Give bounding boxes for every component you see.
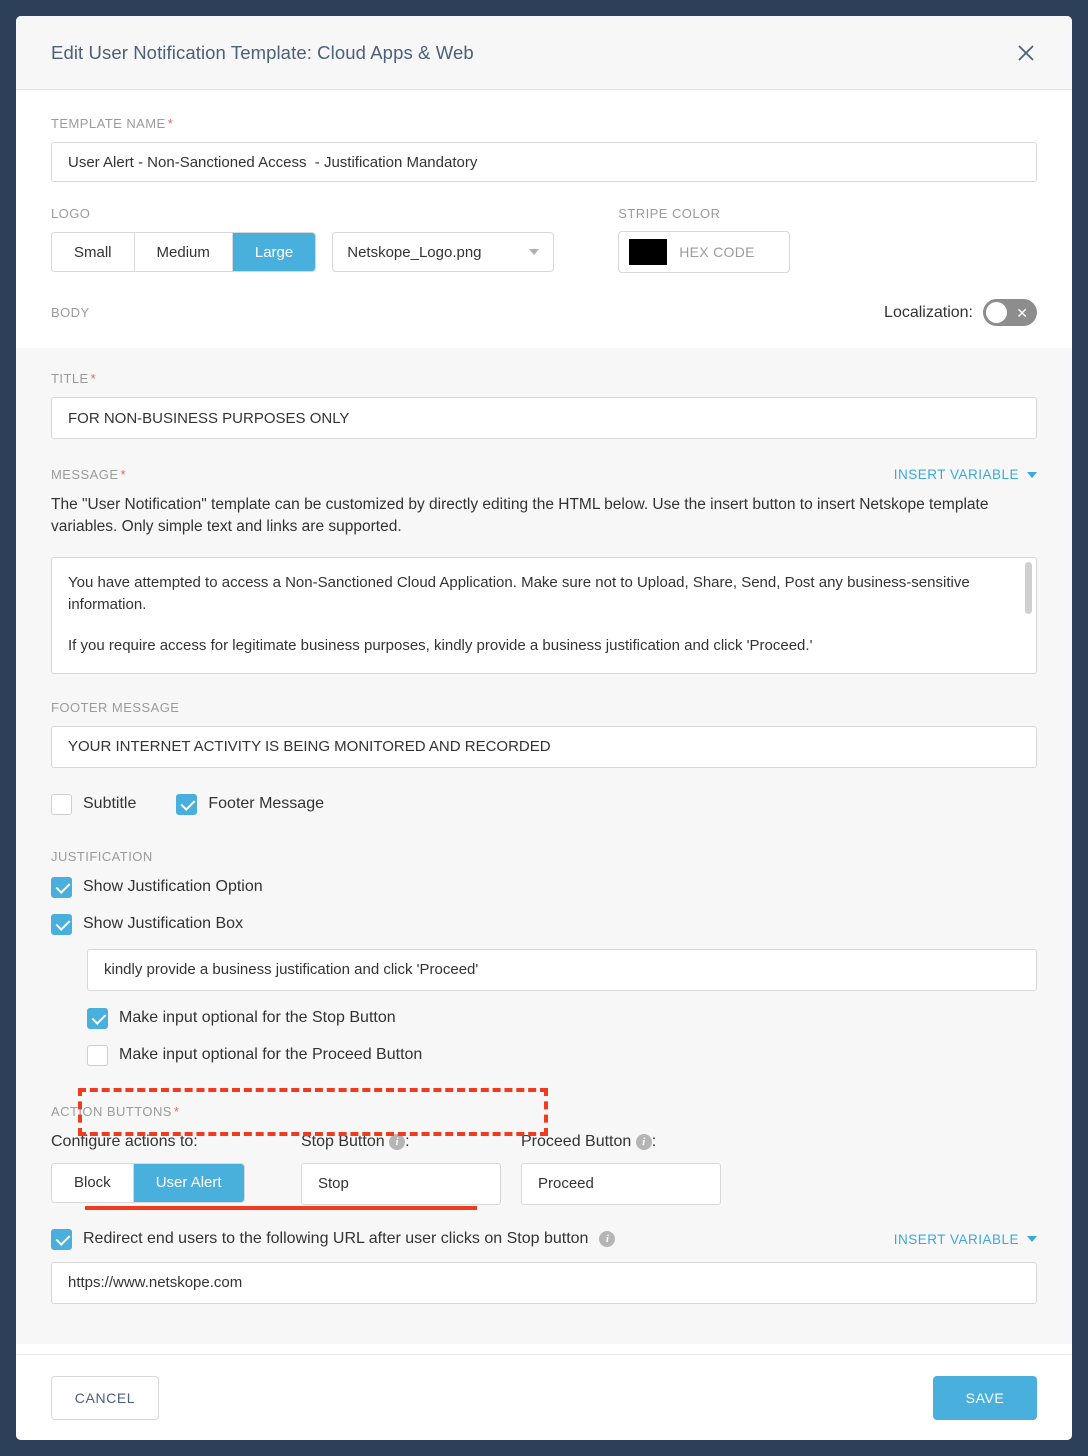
show-justification-box-row[interactable]: Show Justification Box — [51, 913, 1037, 935]
insert-variable-label: INSERT VARIABLE — [893, 1231, 1019, 1247]
required-marker: * — [90, 371, 97, 386]
logo-label: LOGO — [51, 206, 91, 221]
modal-footer: CANCEL SAVE — [16, 1354, 1072, 1440]
message-textarea[interactable]: You have attempted to access a Non-Sanct… — [51, 556, 1037, 674]
textarea-scrollbar[interactable] — [1025, 561, 1032, 614]
toggle-knob — [986, 302, 1007, 323]
footer-message-label: FOOTER MESSAGE — [51, 699, 180, 715]
chevron-down-icon — [1027, 1236, 1037, 1243]
stop-button-label-text: Stop Button — [301, 1132, 385, 1150]
show-justification-option-checkbox[interactable] — [51, 876, 72, 898]
chevron-down-icon — [529, 249, 540, 255]
action-mode-segmented-control[interactable]: Block User Alert — [51, 1162, 245, 1203]
insert-variable-message-button[interactable]: INSERT VARIABLE — [894, 467, 1037, 482]
show-justification-box-label: Show Justification Box — [83, 915, 244, 933]
required-marker: * — [120, 467, 126, 482]
modal-header: Edit User Notification Template: Cloud A… — [16, 16, 1072, 90]
footer-message-checkbox-row[interactable]: Footer Message — [176, 793, 324, 815]
title-input[interactable] — [51, 397, 1037, 439]
body-section-label: BODY — [51, 305, 90, 320]
message-paragraph-1: You have attempted to access a Non-Sanct… — [68, 573, 970, 613]
stop-button-input[interactable] — [301, 1162, 501, 1205]
footer-message-label-text: Footer Message — [208, 795, 324, 813]
proceed-button-field-label: Proceed Button i: — [521, 1133, 741, 1151]
chevron-down-icon — [1027, 471, 1037, 478]
cancel-button[interactable]: CANCEL — [51, 1375, 159, 1420]
proceed-optional-label: Make input optional for the Proceed Butt… — [119, 1046, 423, 1064]
proceed-optional-checkbox[interactable] — [87, 1044, 108, 1066]
proceed-button-label-text: Proceed Button — [521, 1132, 632, 1150]
save-button[interactable]: SAVE — [933, 1375, 1037, 1420]
subtitle-label: Subtitle — [83, 795, 137, 813]
logo-file-select[interactable]: Netskope_Logo.png — [332, 232, 555, 272]
template-name-label-text: TEMPLATE NAME — [51, 116, 166, 131]
footer-message-input[interactable] — [51, 725, 1037, 768]
template-name-label: TEMPLATE NAME * — [51, 116, 1037, 131]
upper-section: TEMPLATE NAME* LOGO Small Medium Large N… — [16, 90, 1072, 348]
message-label: MESSAGE * — [51, 467, 126, 482]
subtitle-checkbox-row[interactable]: Subtitle — [51, 793, 137, 815]
show-justification-option-label: Show Justification Option — [83, 878, 263, 896]
redirect-checkbox-row[interactable]: Redirect end users to the following URL … — [51, 1228, 616, 1250]
message-help-text: The "User Notification" template can be … — [51, 496, 989, 536]
info-icon[interactable]: i — [635, 1133, 652, 1150]
colon: : — [651, 1132, 657, 1150]
proceed-optional-row[interactable]: Make input optional for the Proceed Butt… — [87, 1044, 1037, 1066]
modal-body: TEMPLATE NAME* LOGO Small Medium Large N… — [16, 90, 1072, 1354]
title-label-text: TITLE — [51, 371, 89, 386]
show-justification-box-checkbox[interactable] — [51, 913, 72, 935]
footer-message-checkbox[interactable] — [176, 793, 198, 815]
required-marker: * — [167, 116, 174, 131]
redirect-checkbox[interactable] — [51, 1228, 72, 1250]
subtitle-checkbox[interactable] — [51, 793, 72, 815]
action-buttons-label: ACTION BUTTONS * — [51, 1104, 1037, 1119]
colon: : — [405, 1132, 410, 1150]
hex-code-label: HEX CODE — [679, 244, 755, 260]
localization-control: Localization: ✕ — [884, 299, 1037, 326]
logo-size-large[interactable]: Large — [232, 233, 316, 271]
page-title: Edit User Notification Template: Cloud A… — [51, 41, 474, 63]
localization-label: Localization: — [884, 303, 973, 321]
stop-optional-row[interactable]: Make input optional for the Stop Button — [87, 1007, 1037, 1029]
action-mode-block[interactable]: Block — [52, 1163, 134, 1202]
logo-size-segmented-control[interactable]: Small Medium Large — [51, 232, 317, 272]
required-marker: * — [173, 1103, 180, 1119]
stop-optional-checkbox[interactable] — [87, 1007, 108, 1029]
stop-optional-label: Make input optional for the Stop Button — [119, 1009, 396, 1027]
action-mode-user-alert[interactable]: User Alert — [133, 1163, 244, 1202]
stop-button-field-label: Stop Button i: — [301, 1133, 521, 1151]
info-icon[interactable]: i — [389, 1133, 406, 1150]
title-label: TITLE * — [51, 371, 1037, 386]
justification-label: JUSTIFICATION — [51, 848, 153, 864]
insert-variable-label: INSERT VARIABLE — [893, 467, 1019, 482]
message-paragraph-2: If you require access for legitimate bus… — [68, 637, 813, 655]
stripe-color-picker[interactable]: HEX CODE — [618, 231, 791, 273]
localization-toggle[interactable]: ✕ — [983, 299, 1037, 326]
configure-actions-label: Configure actions to: — [51, 1132, 198, 1150]
color-swatch[interactable] — [629, 239, 668, 265]
template-name-input[interactable] — [51, 142, 1037, 182]
show-justification-option-row[interactable]: Show Justification Option — [51, 876, 1037, 898]
logo-file-value: Netskope_Logo.png — [347, 243, 482, 261]
message-label-text: MESSAGE — [51, 467, 119, 482]
logo-size-small[interactable]: Small — [52, 233, 135, 271]
stripe-color-label: STRIPE COLOR — [618, 206, 721, 221]
action-buttons-label-text: ACTION BUTTONS — [51, 1103, 172, 1119]
proceed-button-input[interactable] — [521, 1162, 721, 1205]
lower-section: TITLE* MESSAGE* INSERT VARIABLE The "Use… — [16, 348, 1072, 1344]
insert-variable-redirect-button[interactable]: INSERT VARIABLE — [894, 1232, 1037, 1247]
logo-size-medium[interactable]: Medium — [134, 233, 233, 271]
close-icon[interactable] — [1012, 39, 1040, 67]
info-icon[interactable]: i — [599, 1231, 616, 1248]
redirect-label: Redirect end users to the following URL … — [83, 1230, 589, 1248]
justification-text-input[interactable] — [87, 948, 1037, 991]
x-icon: ✕ — [1016, 304, 1028, 321]
redirect-url-input[interactable] — [51, 1261, 1037, 1304]
edit-template-modal: Edit User Notification Template: Cloud A… — [16, 16, 1072, 1440]
